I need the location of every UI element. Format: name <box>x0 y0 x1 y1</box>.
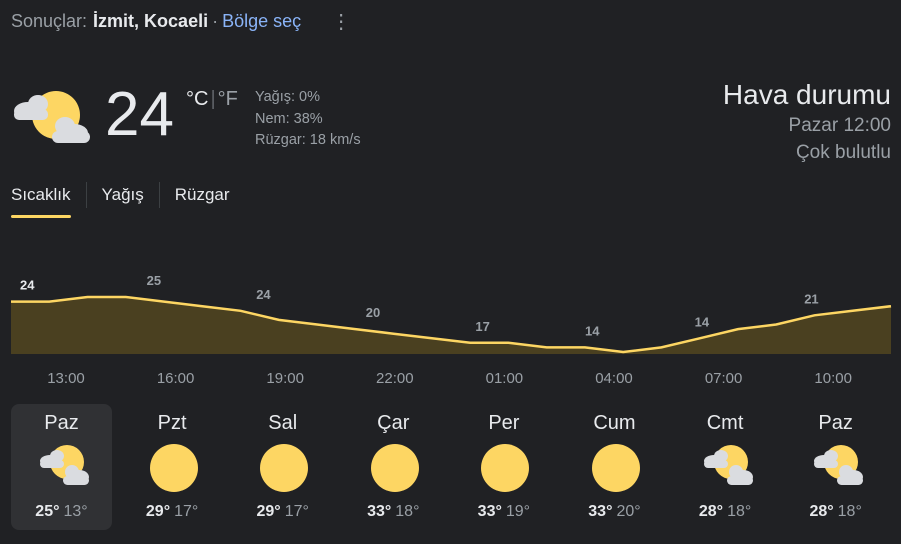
summary-condition: Çok bulutlu <box>795 142 891 163</box>
chart-tabs: Sıcaklık Yağış Rüzgar <box>11 181 230 218</box>
partly-cloudy-icon <box>14 91 90 143</box>
low-temp: 13° <box>63 503 88 520</box>
day-card[interactable]: Çar 33° 18° <box>343 404 444 530</box>
weather-summary: Hava durumu Pazar 12:00 Çok bulutlu <box>723 78 891 166</box>
tab-temperature[interactable]: Sıcaklık <box>11 181 71 218</box>
low-temp: 17° <box>284 503 309 520</box>
sun-icon <box>370 444 419 492</box>
sun-icon <box>260 444 309 492</box>
day-card[interactable]: Paz 28° 18° <box>785 404 886 530</box>
high-temp: 29° <box>145 503 171 520</box>
tab-divider <box>158 182 160 208</box>
humidity: Nem: 38% <box>255 110 323 127</box>
low-temp: 20° <box>616 503 641 520</box>
low-temp: 17° <box>174 503 199 520</box>
temperature-label: 21 <box>804 291 818 306</box>
tab-precipitation[interactable]: Yağış <box>102 181 144 209</box>
time-label: 16:00 <box>156 370 195 387</box>
day-temps: 33° 19° <box>453 503 554 521</box>
day-name: Cum <box>593 412 636 434</box>
day-name: Sal <box>268 412 298 434</box>
more-vert-icon[interactable]: ⋮ <box>331 12 351 32</box>
wind: Rüzgar: 18 km/s <box>255 132 361 148</box>
day-card[interactable]: Cum 33° 20° <box>564 404 665 530</box>
location-name: İzmit, Kocaeli <box>93 11 209 31</box>
high-temp: 28° <box>809 503 834 520</box>
partly-cloudy-icon <box>703 445 753 485</box>
day-card[interactable]: Per 33° 19° <box>453 404 554 530</box>
time-label: 13:00 <box>47 370 85 387</box>
day-temps: 25° 13° <box>11 503 112 521</box>
high-temp: 28° <box>698 503 724 520</box>
summary-time: Pazar 12:00 <box>788 115 891 136</box>
temperature-label: 24 <box>256 287 271 302</box>
results-prefix: Sonuçlar: <box>11 11 88 31</box>
sun-icon <box>149 444 198 492</box>
day-temps: 33° 18° <box>343 503 444 521</box>
day-temps: 28° 18° <box>785 503 886 521</box>
day-card[interactable]: Pzt 29° 17° <box>122 404 223 530</box>
day-name: Cmt <box>706 412 744 434</box>
low-temp: 18° <box>727 503 752 520</box>
summary-title: Hava durumu <box>722 79 891 110</box>
day-name: Pzt <box>157 412 187 434</box>
precipitation: Yağış: 0% <box>255 89 321 105</box>
high-temp: 33° <box>477 503 502 520</box>
day-temps: 29° 17° <box>122 503 223 521</box>
temperature-label: 20 <box>366 305 380 320</box>
time-label: 22:00 <box>376 370 414 387</box>
time-label: 10:00 <box>814 370 852 387</box>
daily-forecast: Paz 25° 13° Pzt 29° 17° Sal 29° 17° Çar 33° 18° Per 3… <box>11 404 896 530</box>
current-temperature: 24 <box>105 80 174 149</box>
temperature-label: 14 <box>585 323 600 338</box>
day-name: Paz <box>818 412 853 434</box>
day-name: Çar <box>377 412 410 434</box>
fahrenheit-unit[interactable]: °F <box>218 88 238 111</box>
day-temps: 28° 18° <box>675 503 776 521</box>
high-temp: 29° <box>256 503 281 520</box>
day-card[interactable]: Sal 29° 17° <box>232 404 333 530</box>
time-label: 01:00 <box>485 370 524 387</box>
unit-toggle: °C | °F <box>186 88 238 111</box>
day-name: Per <box>488 412 520 434</box>
day-temps: 33° 20° <box>564 503 665 521</box>
temperature-label: 14 <box>695 314 710 329</box>
tab-wind[interactable]: Rüzgar <box>175 181 230 209</box>
separator-dot: · <box>212 11 219 31</box>
low-temp: 18° <box>837 503 862 520</box>
low-temp: 18° <box>395 503 420 520</box>
high-temp: 33° <box>367 503 392 520</box>
partly-cloudy-icon <box>40 445 89 485</box>
sun-icon <box>591 444 640 492</box>
temperature-chart: 24 25 24 20 17 14 14 21 <box>11 273 892 354</box>
tab-divider <box>85 182 87 208</box>
day-temps: 29° 17° <box>232 503 333 521</box>
time-label: 07:00 <box>704 370 743 387</box>
temperature-label: 17 <box>475 319 489 334</box>
temperature-label: 24 <box>20 278 35 293</box>
sun-icon <box>481 444 530 492</box>
location-header: Sonuçlar: İzmit, Kocaeli · Bölge seç ⋮ <box>11 11 351 32</box>
time-label: 19:00 <box>266 370 304 387</box>
low-temp: 19° <box>505 503 531 520</box>
high-temp: 33° <box>588 503 613 520</box>
unit-separator: | <box>210 88 216 110</box>
day-card[interactable]: Paz 25° 13° <box>11 404 112 530</box>
temperature-label: 25 <box>147 273 161 288</box>
day-card[interactable]: Cmt 28° 18° <box>675 404 776 530</box>
time-label: 04:00 <box>595 370 633 387</box>
time-axis: 13:00 16:00 19:00 22:00 01:00 04:00 07:00 10:00 <box>0 370 901 390</box>
select-region-link[interactable]: Bölge seç <box>222 11 301 32</box>
day-name: Paz <box>44 412 79 434</box>
celsius-unit[interactable]: °C <box>186 88 208 111</box>
partly-cloudy-icon <box>814 445 864 485</box>
weather-details: Yağış: 0% Nem: 38% Rüzgar: 18 km/s <box>255 87 361 152</box>
high-temp: 25° <box>35 503 60 520</box>
